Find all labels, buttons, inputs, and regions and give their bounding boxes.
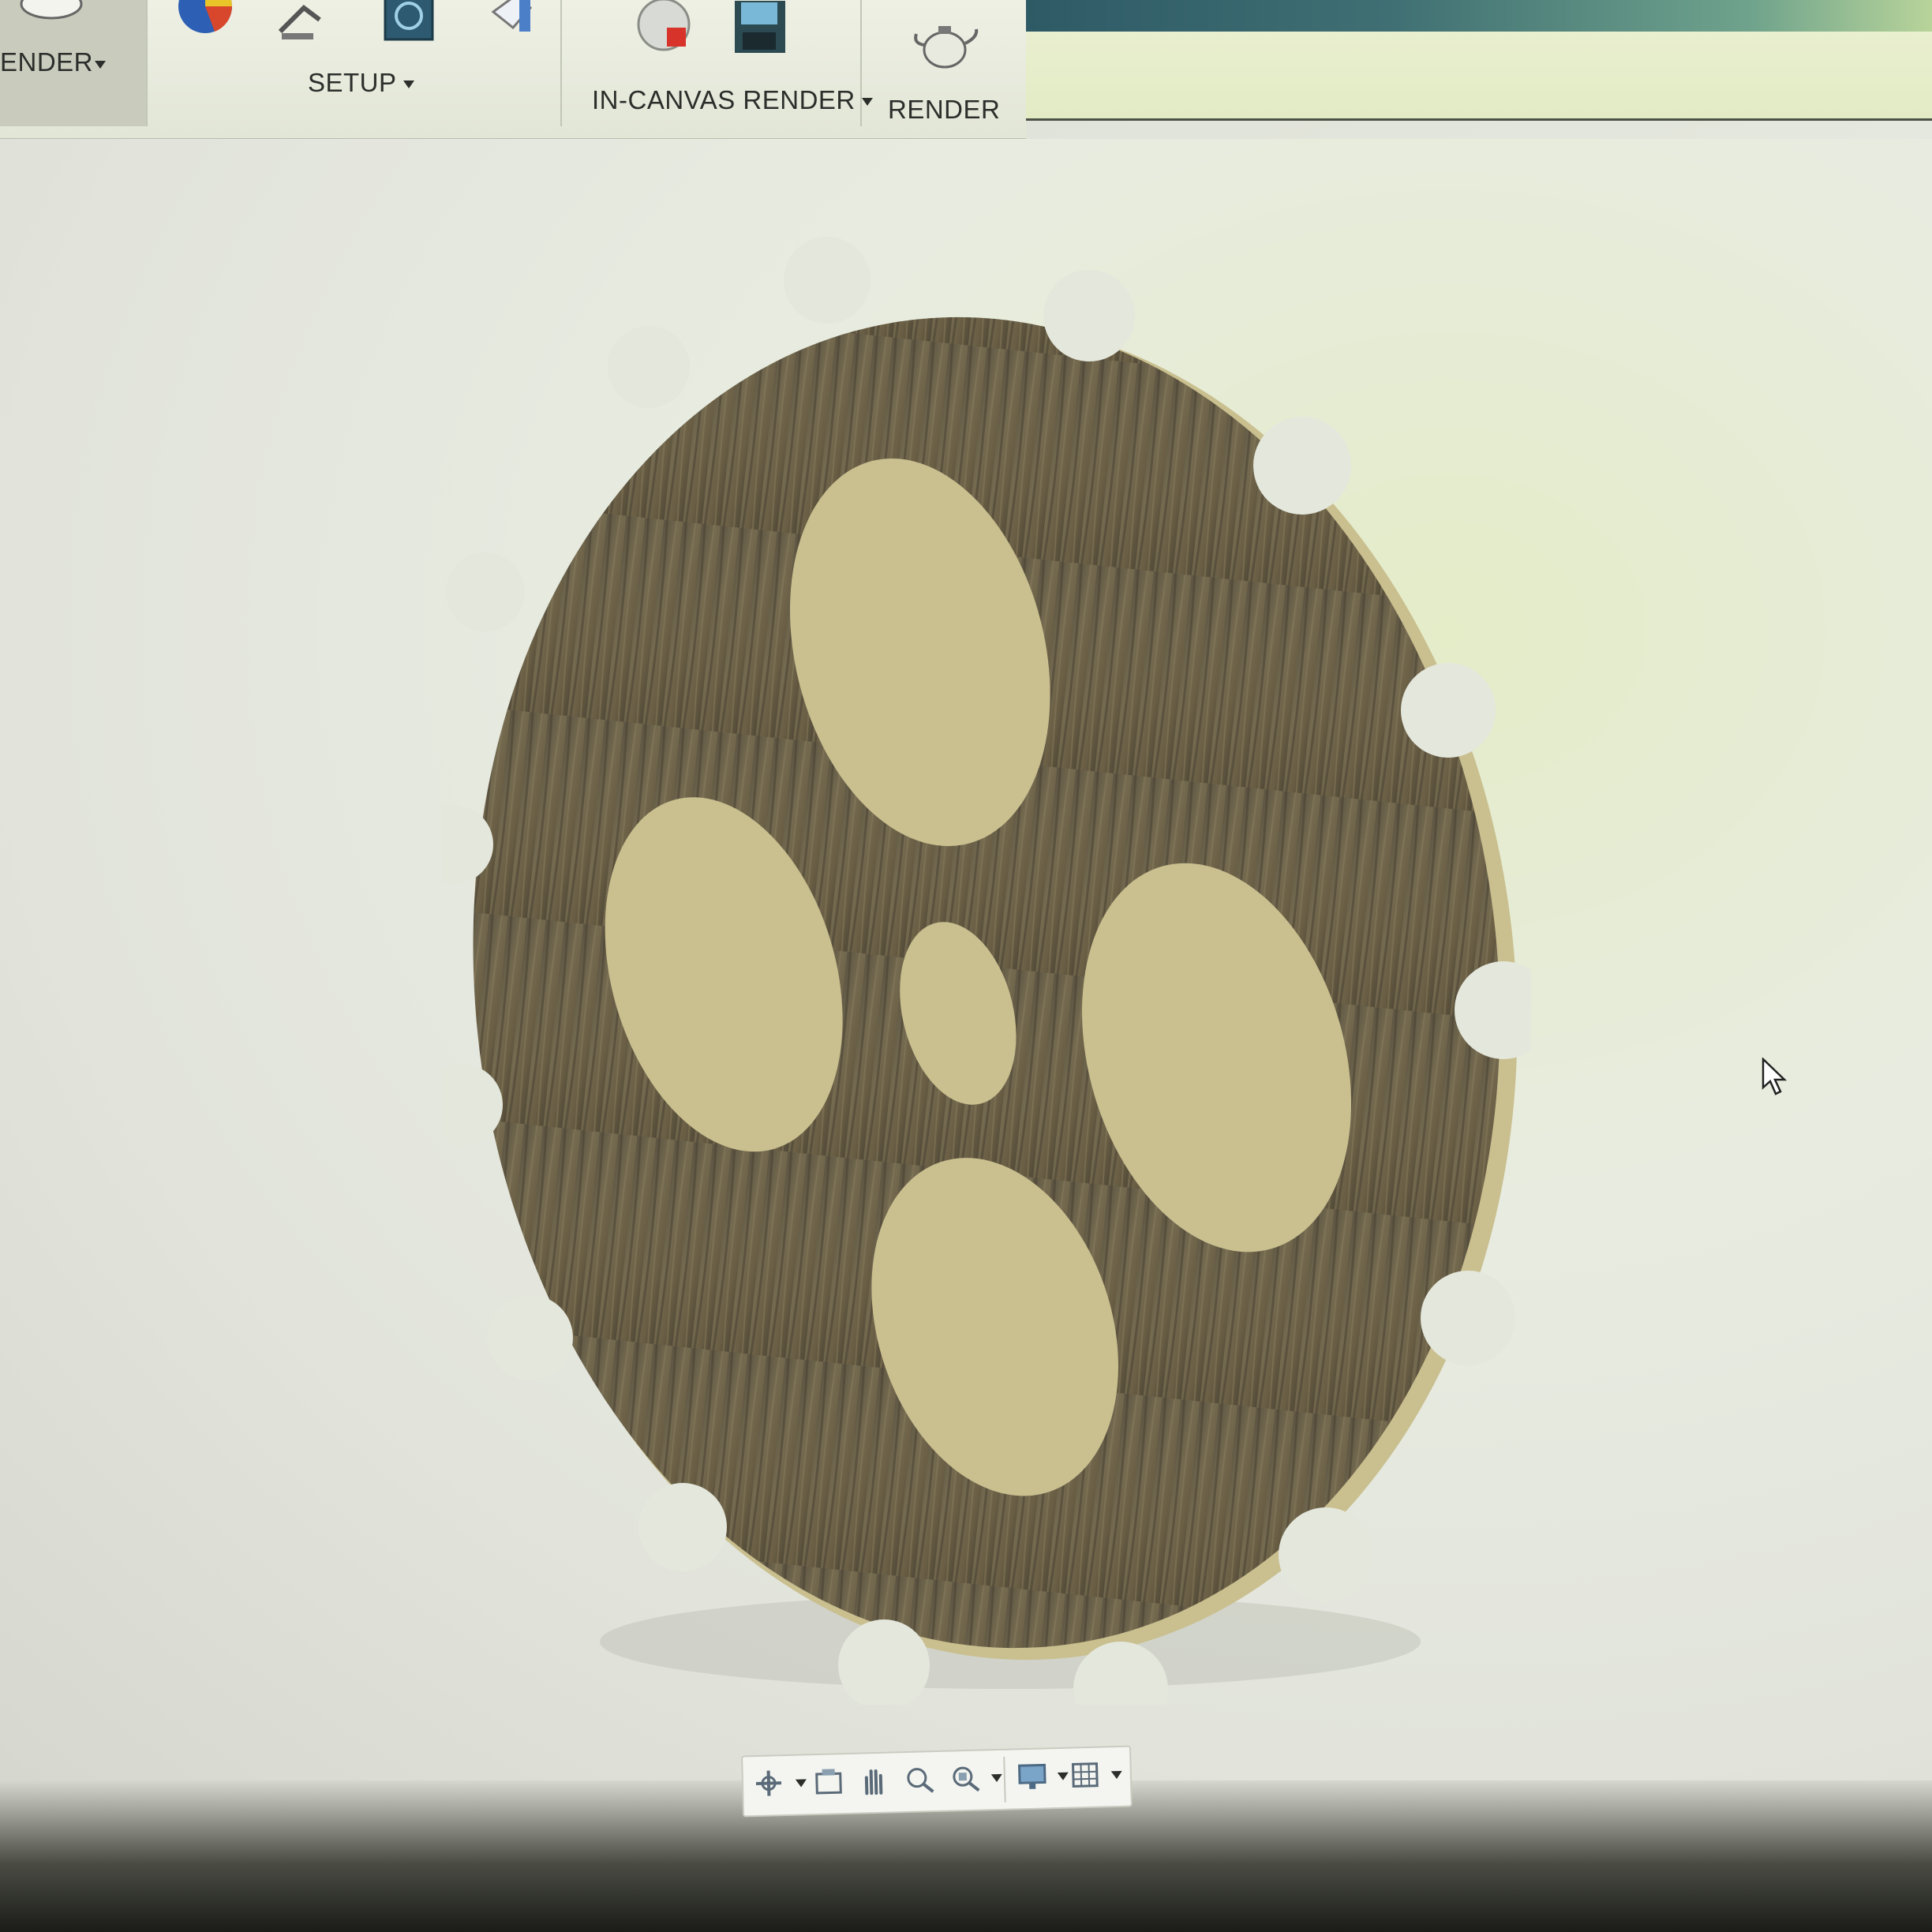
texture-map-icon[interactable] bbox=[379, 0, 442, 47]
orbit-icon[interactable] bbox=[752, 1767, 784, 1799]
mouse-cursor-icon bbox=[1762, 1058, 1788, 1095]
scene-settings-icon bbox=[20, 0, 83, 20]
render-group: RENDER bbox=[864, 0, 1026, 126]
render-mode-dropdown[interactable]: ENDER bbox=[0, 0, 148, 126]
in-canvas-render-group: IN-CANVAS RENDER bbox=[564, 0, 873, 126]
fit-icon[interactable] bbox=[949, 1762, 982, 1795]
in-canvas-render-label[interactable]: IN-CANVAS RENDER bbox=[592, 85, 873, 115]
appearance-icon[interactable] bbox=[174, 0, 237, 39]
render-button-label[interactable]: RENDER bbox=[888, 95, 1000, 125]
chevron-down-icon[interactable] bbox=[1057, 1772, 1069, 1780]
navigation-bar bbox=[741, 1745, 1133, 1818]
display-settings-icon[interactable] bbox=[1016, 1760, 1048, 1792]
chevron-down-icon bbox=[95, 61, 106, 69]
setup-label[interactable]: SETUP bbox=[308, 68, 414, 98]
look-at-icon[interactable] bbox=[812, 1765, 844, 1798]
grid-settings-icon[interactable] bbox=[1069, 1759, 1102, 1792]
render-toolbar: ENDER SETUP IN-CANVAS RENDER RENDER bbox=[0, 0, 1026, 140]
render-teapot-icon[interactable] bbox=[912, 12, 983, 75]
in-canvas-render-sphere-icon[interactable] bbox=[635, 0, 698, 59]
chevron-down-icon[interactable] bbox=[795, 1779, 807, 1788]
chevron-down-icon[interactable] bbox=[990, 1773, 1003, 1783]
fusion-render-workspace: ENDER SETUP IN-CANVAS RENDER RENDER bbox=[0, 0, 1932, 1932]
chevron-down-icon[interactable] bbox=[1110, 1770, 1122, 1780]
capture-image-icon[interactable] bbox=[730, 0, 793, 59]
chevron-down-icon bbox=[402, 80, 414, 89]
navbar-divider bbox=[1003, 1756, 1006, 1803]
pan-icon[interactable] bbox=[858, 1765, 890, 1797]
decal-icon[interactable] bbox=[481, 0, 545, 47]
toolbar-right-strip bbox=[1026, 32, 1932, 121]
environment-lamp-icon[interactable] bbox=[272, 0, 335, 47]
setup-label-text: SETUP bbox=[308, 68, 397, 97]
setup-group: SETUP bbox=[150, 0, 562, 126]
in-canvas-render-label-text: IN-CANVAS RENDER bbox=[592, 85, 856, 114]
render-mode-label: ENDER bbox=[0, 47, 94, 77]
wooden-gear-model[interactable] bbox=[442, 221, 1531, 1705]
zoom-icon[interactable] bbox=[904, 1763, 936, 1795]
